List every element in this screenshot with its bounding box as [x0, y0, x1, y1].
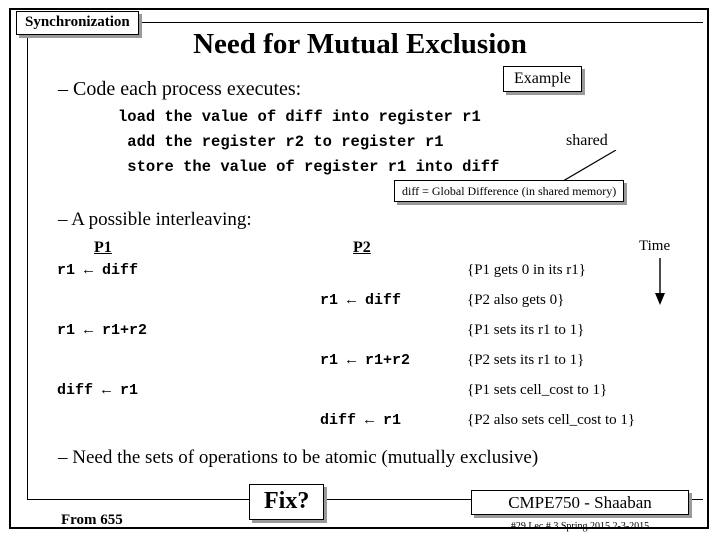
diff-definition-note: diff = Global Difference (in shared memo… [394, 180, 625, 202]
row-4-comment: {P1 sets cell_cost to 1} [467, 382, 608, 398]
time-label: Time [639, 238, 671, 254]
row-5-p2: diff ← r1 [320, 412, 402, 429]
row-1-p2: r1 ← diff [320, 292, 402, 309]
row-4-p1: diff ← r1 [57, 382, 139, 399]
row-0-comment: {P1 gets 0 in its r1} [467, 262, 586, 278]
fix-tag: Fix? [249, 484, 325, 520]
page-title: Need for Mutual Exclusion [193, 28, 527, 60]
example-tag: Example [503, 66, 582, 92]
code-line-load: load the value of diff into register r1 [118, 108, 481, 126]
row-5-comment: {P2 also sets cell_cost to 1} [467, 412, 636, 428]
column-header-p2: P2 [353, 239, 371, 256]
bullet-atomic: – Need the sets of operations to be atom… [58, 447, 539, 468]
row-2-p1: r1 ← r1+r2 [57, 322, 148, 339]
code-line-store: store the value of register r1 into diff [118, 158, 500, 176]
from-655-label: From 655 [61, 512, 123, 528]
row-0-p1: r1 ← diff [57, 262, 139, 279]
row-3-comment: {P2 sets its r1 to 1} [467, 352, 585, 368]
bullet-code-intro: – Code each process executes: [58, 78, 302, 100]
time-arrow-icon [655, 258, 665, 305]
bullet-interleaving: – A possible interleaving: [58, 209, 252, 230]
footer-lecture-info: #29 Lec # 3 Spring 2015 2-3-2015 [510, 521, 650, 532]
row-2-comment: {P1 sets its r1 to 1} [467, 322, 585, 338]
shared-label: shared [566, 132, 608, 149]
code-line-add: add the register r2 to register r1 [118, 133, 444, 151]
row-1-comment: {P2 also gets 0} [467, 292, 565, 308]
row-3-p2: r1 ← r1+r2 [320, 352, 411, 369]
column-header-p1: P1 [94, 239, 112, 256]
footer-course-box: CMPE750 - Shaaban [471, 490, 689, 515]
slide: Synchronization Need for Mutual Exclusio… [0, 0, 720, 540]
